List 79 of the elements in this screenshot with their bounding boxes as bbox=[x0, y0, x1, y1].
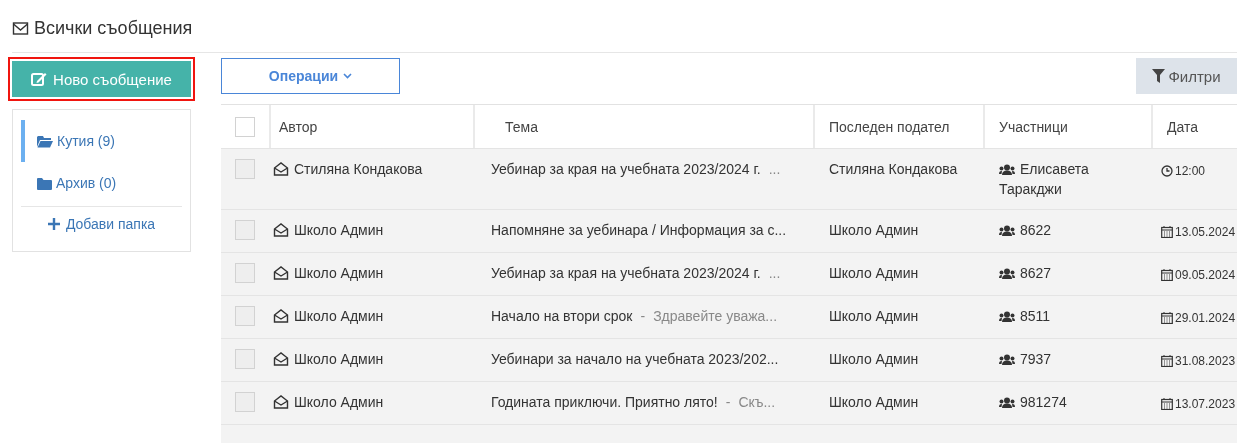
message-subject[interactable]: Напомняне за уебинара / Информация за с... bbox=[491, 222, 787, 238]
message-preview: Скъ... bbox=[738, 394, 776, 410]
open-envelope-icon bbox=[273, 394, 289, 409]
message-preview: ... bbox=[768, 161, 781, 177]
open-envelope-icon bbox=[273, 161, 289, 176]
row-checkbox[interactable] bbox=[235, 349, 255, 369]
table-cell: Школо Админ bbox=[829, 351, 919, 367]
filters-button[interactable]: Филтри bbox=[1136, 58, 1237, 94]
row-checkbox[interactable] bbox=[235, 263, 255, 283]
column-header[interactable]: Дата bbox=[1167, 118, 1198, 135]
select-all-checkbox[interactable] bbox=[235, 116, 255, 137]
table-cell: Школо Админ bbox=[294, 222, 384, 238]
participants-text: 8622 bbox=[999, 220, 1052, 240]
table-cell: Школо Админ bbox=[829, 308, 919, 324]
people-icon bbox=[999, 164, 1015, 175]
participants-text: 981274 bbox=[999, 392, 1067, 412]
table-cell: Школо Админ bbox=[294, 265, 384, 281]
people-icon bbox=[999, 268, 1015, 279]
table-cell: 12:00 bbox=[1175, 164, 1206, 178]
table-cell: Стиляна Кондакова bbox=[829, 161, 958, 177]
table-cell: 31.08.2023 bbox=[1175, 354, 1236, 368]
table-cell: Школо Админ bbox=[829, 222, 919, 238]
operations-button[interactable]: Операции bbox=[221, 58, 400, 94]
message-subject[interactable]: Начало на втори срок bbox=[491, 308, 633, 324]
row-checkbox[interactable] bbox=[235, 159, 255, 179]
people-icon bbox=[999, 354, 1015, 365]
people-icon bbox=[999, 225, 1015, 236]
message-subject[interactable]: Уебинари за начало на учебната 2023/202... bbox=[491, 351, 779, 367]
people-icon bbox=[999, 311, 1015, 322]
page-title: Всички съобщения bbox=[34, 17, 193, 39]
table-cell: 29.01.2024 bbox=[1175, 311, 1236, 325]
people-icon bbox=[999, 397, 1015, 408]
table-cell: Школо Админ bbox=[294, 308, 384, 324]
message-preview: Здравейте уважа... bbox=[653, 308, 778, 324]
row-checkbox[interactable] bbox=[235, 306, 255, 326]
message-subject[interactable]: Уебинар за края на учебната 2023/2024 г. bbox=[491, 161, 761, 177]
row-checkbox[interactable] bbox=[235, 220, 255, 240]
open-envelope-icon bbox=[273, 265, 289, 280]
column-header[interactable]: Автор bbox=[279, 118, 318, 135]
participants-text: 8511 bbox=[999, 306, 1051, 326]
table-cell: 13.05.2024 bbox=[1175, 225, 1236, 239]
table-cell: Школо Админ bbox=[294, 394, 384, 410]
filter-icon bbox=[1152, 69, 1166, 83]
folder-icon bbox=[37, 134, 53, 148]
table-cell: Школо Админ bbox=[294, 351, 384, 367]
plus-icon bbox=[47, 218, 60, 230]
column-header[interactable]: Участници bbox=[999, 118, 1068, 135]
separator-dash: - bbox=[725, 394, 731, 410]
table-cell: 13.07.2023 bbox=[1175, 397, 1236, 411]
open-envelope-icon bbox=[273, 222, 289, 237]
open-envelope-icon bbox=[273, 308, 289, 323]
folder-item[interactable]: Архив (0) bbox=[21, 162, 182, 204]
envelope-icon bbox=[12, 20, 29, 36]
edit-icon bbox=[31, 71, 48, 87]
message-preview: ... bbox=[768, 265, 781, 281]
calendar-icon bbox=[1161, 355, 1173, 367]
calendar-icon bbox=[1161, 226, 1173, 238]
calendar-icon bbox=[1161, 398, 1173, 410]
add-folder-link[interactable]: Добави папка bbox=[21, 206, 182, 241]
folder-icon bbox=[37, 176, 52, 190]
open-envelope-icon bbox=[273, 351, 289, 366]
message-subject[interactable]: Уебинар за края на учебната 2023/2024 г. bbox=[491, 265, 761, 281]
table-cell: Школо Админ bbox=[829, 265, 919, 281]
row-checkbox[interactable] bbox=[235, 392, 255, 412]
calendar-icon bbox=[1161, 312, 1173, 324]
message-subject[interactable]: Годината приключи. Приятно лято! bbox=[491, 394, 718, 410]
folder-item[interactable]: Кутия (9) bbox=[21, 120, 182, 162]
column-header[interactable]: Последен подател bbox=[829, 118, 950, 135]
table-cell: Стиляна Кондакова bbox=[294, 161, 423, 177]
participants-text: Елисавета Таракджи bbox=[999, 160, 1090, 199]
separator-dash: - bbox=[640, 308, 646, 324]
caret-icon bbox=[343, 73, 353, 79]
participants-text: 8627 bbox=[999, 263, 1052, 283]
participants-text: 7937 bbox=[999, 349, 1052, 369]
clock-icon bbox=[1161, 165, 1173, 177]
table-cell: 09.05.2024 bbox=[1175, 268, 1236, 282]
table-cell: Школо Админ bbox=[829, 394, 919, 410]
calendar-icon bbox=[1161, 269, 1173, 281]
column-header[interactable]: Тема bbox=[505, 118, 538, 135]
